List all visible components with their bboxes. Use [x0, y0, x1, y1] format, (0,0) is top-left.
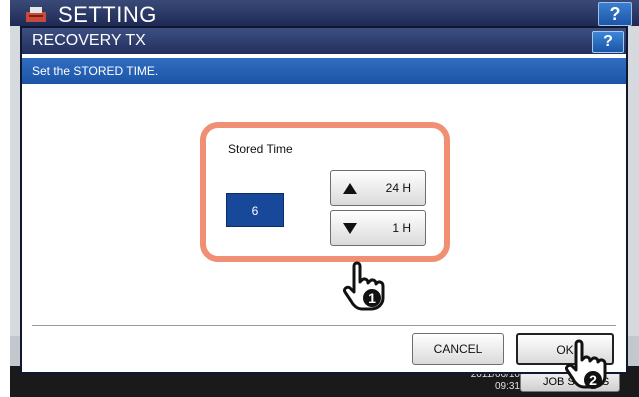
recovery-tx-dialog: RECOVERY TX ? Set the STORED TIME. Store… — [20, 26, 628, 374]
decrease-1h-button[interactable]: 1 H — [330, 210, 426, 246]
hand-pointer-icon: 1 — [343, 261, 385, 311]
decrease-label: 1 H — [392, 221, 411, 235]
stored-time-value[interactable]: 6 — [226, 193, 284, 227]
instruction-message: Set the STORED TIME. — [32, 64, 159, 78]
footer-divider — [32, 325, 616, 326]
step-2-number: 2 — [589, 372, 597, 388]
increase-24h-button[interactable]: 24 H — [330, 170, 426, 206]
step-1-number: 1 — [368, 290, 376, 306]
dialog-header: RECOVERY TX ? — [22, 28, 626, 54]
arrow-down-icon — [343, 223, 357, 234]
background-help-button[interactable]: ? — [598, 2, 632, 26]
message-bar: Set the STORED TIME. — [22, 58, 626, 84]
help-button[interactable]: ? — [592, 31, 624, 53]
hand-pointer-icon: 2 — [565, 339, 607, 389]
dialog-title: RECOVERY TX — [32, 32, 146, 49]
background-title: SETTING — [58, 2, 157, 27]
cancel-button[interactable]: CANCEL — [412, 333, 504, 365]
printer-logo-icon — [26, 7, 46, 22]
clock-time: 09:31 — [494, 381, 520, 392]
stored-time-label: Stored Time — [228, 142, 293, 156]
increase-label: 24 H — [385, 181, 411, 195]
arrow-up-icon — [343, 183, 357, 194]
